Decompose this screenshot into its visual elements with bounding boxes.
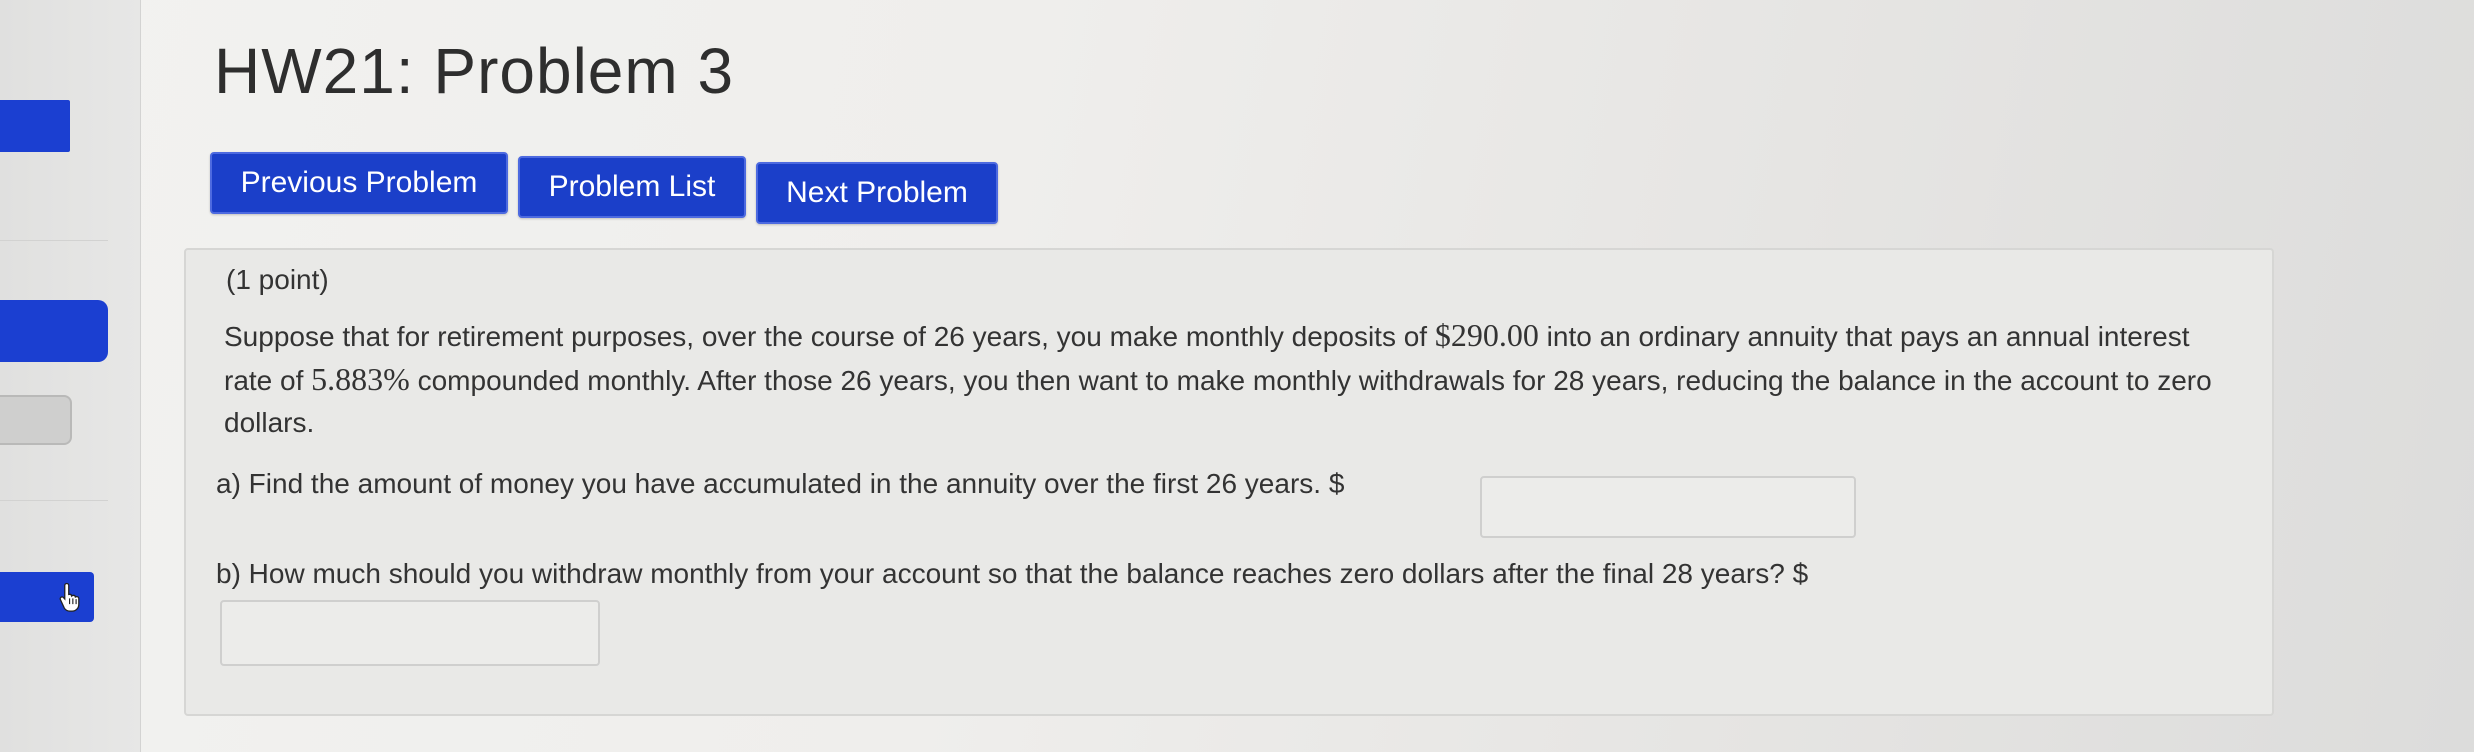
- sidebar-item-3[interactable]: [0, 395, 72, 445]
- sidebar: [0, 0, 141, 752]
- sidebar-item-4[interactable]: [0, 572, 94, 622]
- part-a-question: a) Find the amount of money you have acc…: [216, 468, 1345, 499]
- problem-box: (1 point) Suppose that for retirement pu…: [184, 248, 2274, 716]
- sidebar-divider: [0, 500, 108, 501]
- part-a-answer-input[interactable]: [1480, 476, 1856, 538]
- page-title: HW21: Problem 3: [214, 35, 735, 107]
- sidebar-item-1[interactable]: [0, 100, 70, 152]
- hand-pointer-icon: [59, 582, 80, 612]
- problem-list-button[interactable]: Problem List: [518, 156, 746, 218]
- sidebar-divider: [0, 240, 108, 241]
- statement-text-1: Suppose that for retirement purposes, ov…: [224, 321, 1435, 352]
- sidebar-item-2[interactable]: [0, 300, 108, 362]
- part-b-question: b) How much should you withdraw monthly …: [216, 558, 1809, 589]
- problem-statement: Suppose that for retirement purposes, ov…: [224, 314, 2244, 444]
- problem-points: (1 point): [226, 264, 329, 295]
- interest-rate: 5.883%: [311, 361, 410, 397]
- next-problem-button[interactable]: Next Problem: [756, 162, 998, 224]
- previous-problem-button[interactable]: Previous Problem: [210, 152, 508, 214]
- part-b-answer-input[interactable]: [220, 600, 600, 666]
- statement-text-3: compounded monthly. After those 26 years…: [224, 365, 2212, 438]
- deposit-amount: $290.00: [1434, 317, 1539, 353]
